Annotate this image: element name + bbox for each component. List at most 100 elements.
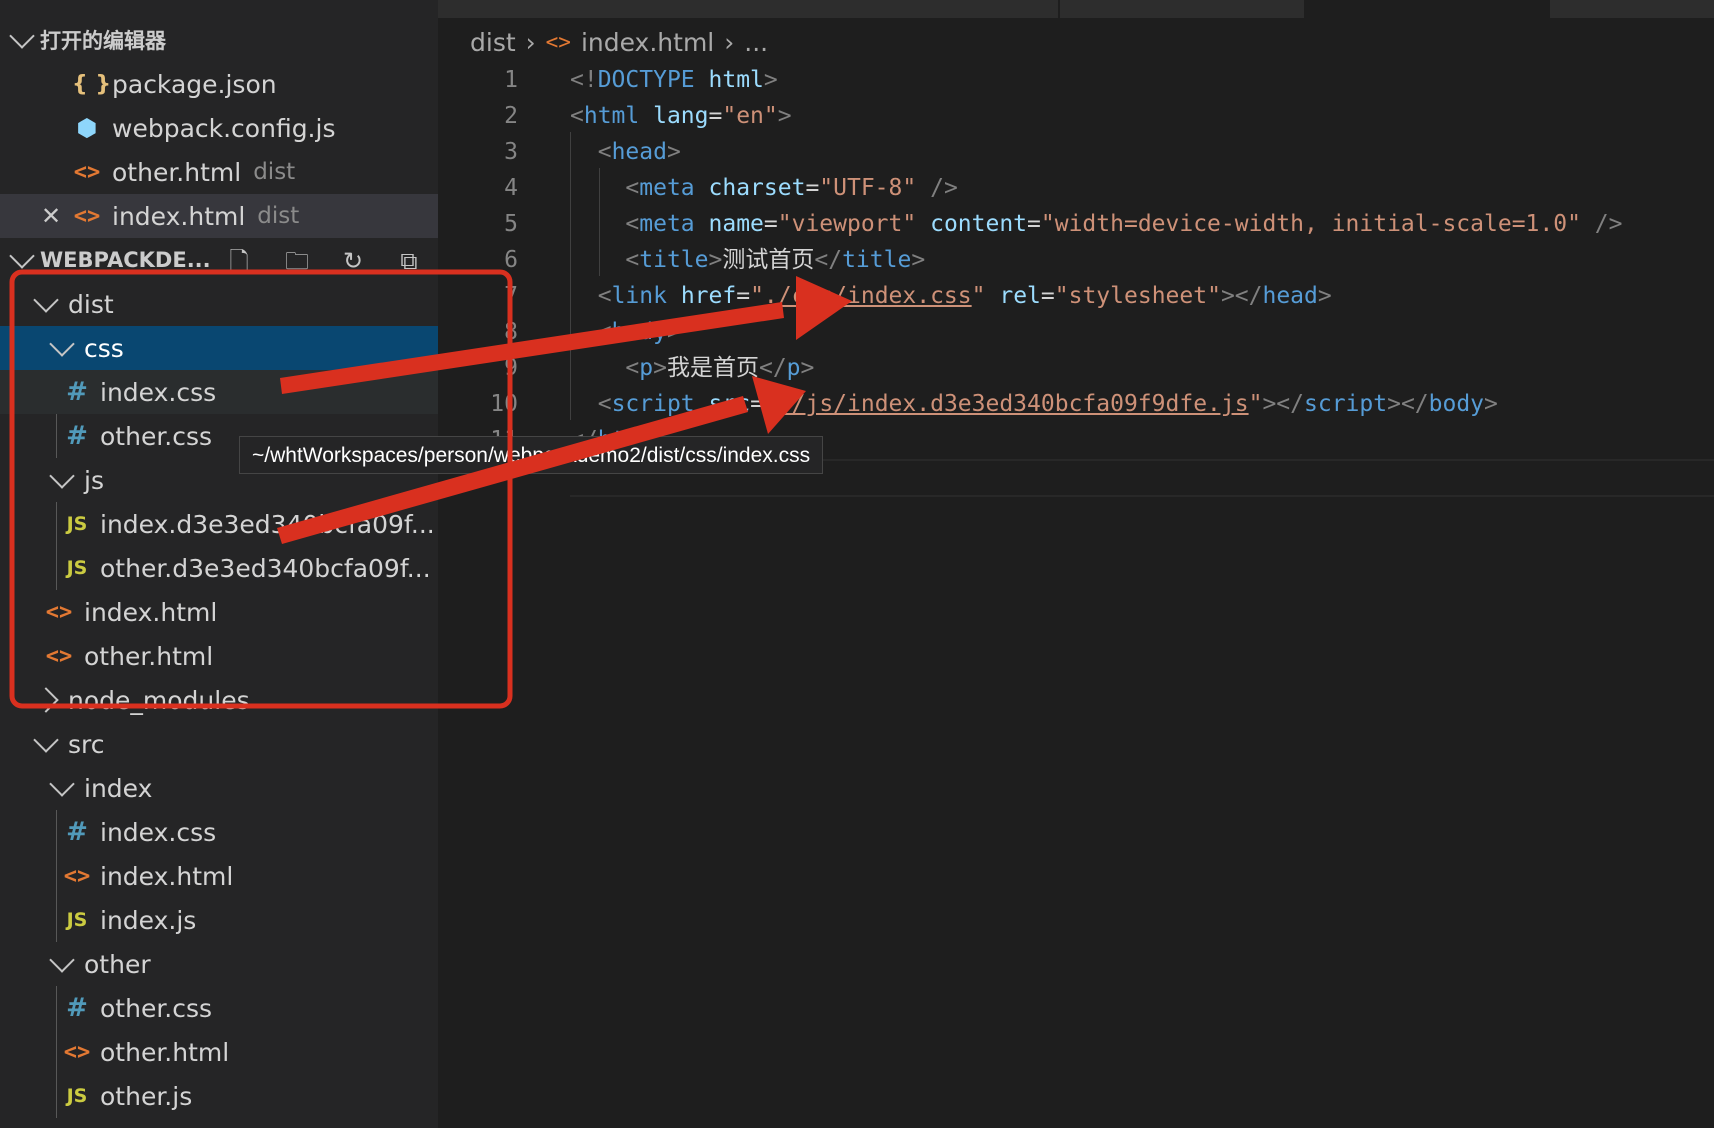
css-file-icon: #	[66, 817, 88, 847]
tree-file[interactable]: # other.css	[0, 986, 438, 1030]
chevron-down-icon	[33, 727, 59, 753]
css-href-link[interactable]: ./css/index.css	[764, 283, 972, 309]
tree-label: other.css	[100, 421, 213, 451]
tree-file[interactable]: <> index.html	[0, 854, 438, 898]
line-number: 1	[504, 67, 518, 93]
tree-label: src	[68, 729, 105, 759]
json-file-icon: { }	[72, 71, 111, 97]
open-editor-item[interactable]: <> other.html dist	[0, 150, 438, 194]
code-line[interactable]: <p>我是首页</p>	[570, 350, 814, 386]
tree-folder-index[interactable]: index	[0, 766, 438, 810]
new-folder-icon[interactable]: 🗀	[282, 246, 312, 276]
line-number: 8	[504, 319, 518, 345]
open-editor-item[interactable]: ⬢ webpack.config.js	[0, 106, 438, 150]
chevron-down-icon	[9, 243, 35, 269]
tree-file[interactable]: JS other.d3e3ed340bcfa09f...	[0, 546, 438, 590]
tree-label: other.js	[100, 1081, 193, 1111]
line-number: 7	[504, 283, 518, 309]
code-line[interactable]: <head>	[570, 134, 681, 170]
path-tooltip: ~/whtWorkspaces/person/webpackdemo2/dist…	[239, 436, 824, 474]
code-line[interactable]: <script src="./js/index.d3e3ed340bcfa09f…	[570, 386, 1498, 422]
open-editor-label: package.json	[112, 69, 277, 99]
breadcrumb-more[interactable]: ...	[744, 28, 768, 57]
js-file-icon: JS	[66, 909, 88, 931]
tree-file[interactable]: # index.css	[0, 810, 438, 854]
tree-file[interactable]: <> other.html	[0, 1030, 438, 1074]
open-editor-label: other.html	[112, 157, 242, 187]
explorer-sidebar: 打开的编辑器 { } package.json ⬢ webpack.config…	[0, 0, 438, 1128]
tree-label: index.css	[100, 817, 217, 847]
line-number: 6	[504, 247, 518, 273]
open-editors-title: 打开的编辑器	[40, 29, 166, 53]
collapse-all-icon[interactable]: ⧉	[394, 246, 424, 276]
tab-active[interactable]	[1306, 0, 1550, 18]
tree-file[interactable]: <> other.html	[0, 634, 438, 678]
open-editor-folder: dist	[253, 159, 296, 185]
open-editor-item[interactable]: { } package.json	[0, 62, 438, 106]
tree-label: other.html	[100, 1037, 230, 1067]
tree-label: index.js	[100, 905, 197, 935]
js-file-icon: JS	[66, 1085, 88, 1107]
html-file-icon: <>	[45, 643, 73, 669]
tab-bar	[438, 0, 1714, 18]
tree-file[interactable]: <> index.html	[0, 590, 438, 634]
tree-label: other.d3e3ed340bcfa09f...	[100, 553, 431, 583]
breadcrumb-file[interactable]: index.html	[581, 28, 714, 57]
open-editors-header[interactable]: 打开的编辑器	[0, 18, 438, 62]
breadcrumb: dist › <> index.html › ...	[470, 22, 768, 62]
css-file-icon: #	[66, 993, 88, 1023]
tree-folder-node-modules[interactable]: node_modules	[0, 678, 438, 722]
tree-folder-src[interactable]: src	[0, 722, 438, 766]
line-number: 10	[490, 391, 518, 417]
tree-label: other	[84, 949, 151, 979]
code-line[interactable]: <body>	[570, 314, 681, 350]
chevron-down-icon	[49, 771, 75, 797]
chevron-down-icon	[49, 463, 75, 489]
code-line[interactable]: <title>测试首页</title>	[570, 242, 925, 278]
webpack-file-icon: ⬢	[76, 114, 98, 142]
explorer-section-header[interactable]: WEBPACKDE...	[0, 238, 438, 282]
tree-file[interactable]: JS index.d3e3ed340bcfa09f...	[0, 502, 438, 546]
js-src-link[interactable]: ./js/index.d3e3ed340bcfa09f9dfe.js	[778, 391, 1249, 417]
html-file-icon: <>	[63, 1039, 91, 1065]
line-number: 4	[504, 175, 518, 201]
code-line[interactable]: <html lang="en">	[570, 98, 792, 134]
html-file-icon: <>	[73, 159, 101, 185]
css-file-icon: #	[66, 421, 88, 451]
css-file-icon: #	[66, 377, 88, 407]
new-file-icon[interactable]: 🗋	[224, 246, 254, 276]
open-editor-item-active[interactable]: ✕ <> index.html dist	[0, 194, 438, 238]
code-line[interactable]: <link href="./css/index.css" rel="styles…	[570, 278, 1332, 314]
chevron-down-icon	[49, 947, 75, 973]
html-file-icon: <>	[73, 203, 101, 229]
js-file-icon: JS	[66, 557, 88, 579]
code-line[interactable]: <meta name="viewport" content="width=dev…	[570, 206, 1622, 242]
refresh-icon[interactable]: ↻	[338, 246, 368, 276]
open-editor-label: webpack.config.js	[112, 113, 336, 143]
html-file-icon: <>	[45, 599, 73, 625]
chevron-down-icon	[33, 287, 59, 313]
tree-label: index.html	[100, 861, 234, 891]
close-icon[interactable]: ✕	[36, 202, 66, 230]
tree-label: index	[84, 773, 153, 803]
p-text: 我是首页	[666, 355, 759, 381]
chevron-right-icon: ›	[525, 27, 536, 57]
line-number: 9	[504, 355, 518, 381]
tree-folder-css[interactable]: css	[0, 326, 438, 370]
tree-folder-dist[interactable]: dist	[0, 282, 438, 326]
tree-file[interactable]: JS index.js	[0, 898, 438, 942]
js-file-icon: JS	[66, 513, 88, 535]
tree-file[interactable]: # index.css	[0, 370, 438, 414]
code-line[interactable]: <!DOCTYPE html>	[570, 62, 778, 98]
open-editor-folder: dist	[257, 203, 300, 229]
tree-label: css	[84, 333, 124, 363]
breadcrumb-folder[interactable]: dist	[470, 28, 516, 57]
tree-label: index.html	[84, 597, 218, 627]
open-editor-label: index.html	[112, 201, 246, 231]
html-file-icon: <>	[545, 30, 571, 54]
chevron-down-icon	[49, 331, 75, 357]
workspace-title: WEBPACKDE...	[40, 248, 211, 272]
code-line[interactable]: <meta charset="UTF-8" />	[570, 170, 957, 206]
tree-file[interactable]: JS other.js	[0, 1074, 438, 1118]
tree-folder-other[interactable]: other	[0, 942, 438, 986]
